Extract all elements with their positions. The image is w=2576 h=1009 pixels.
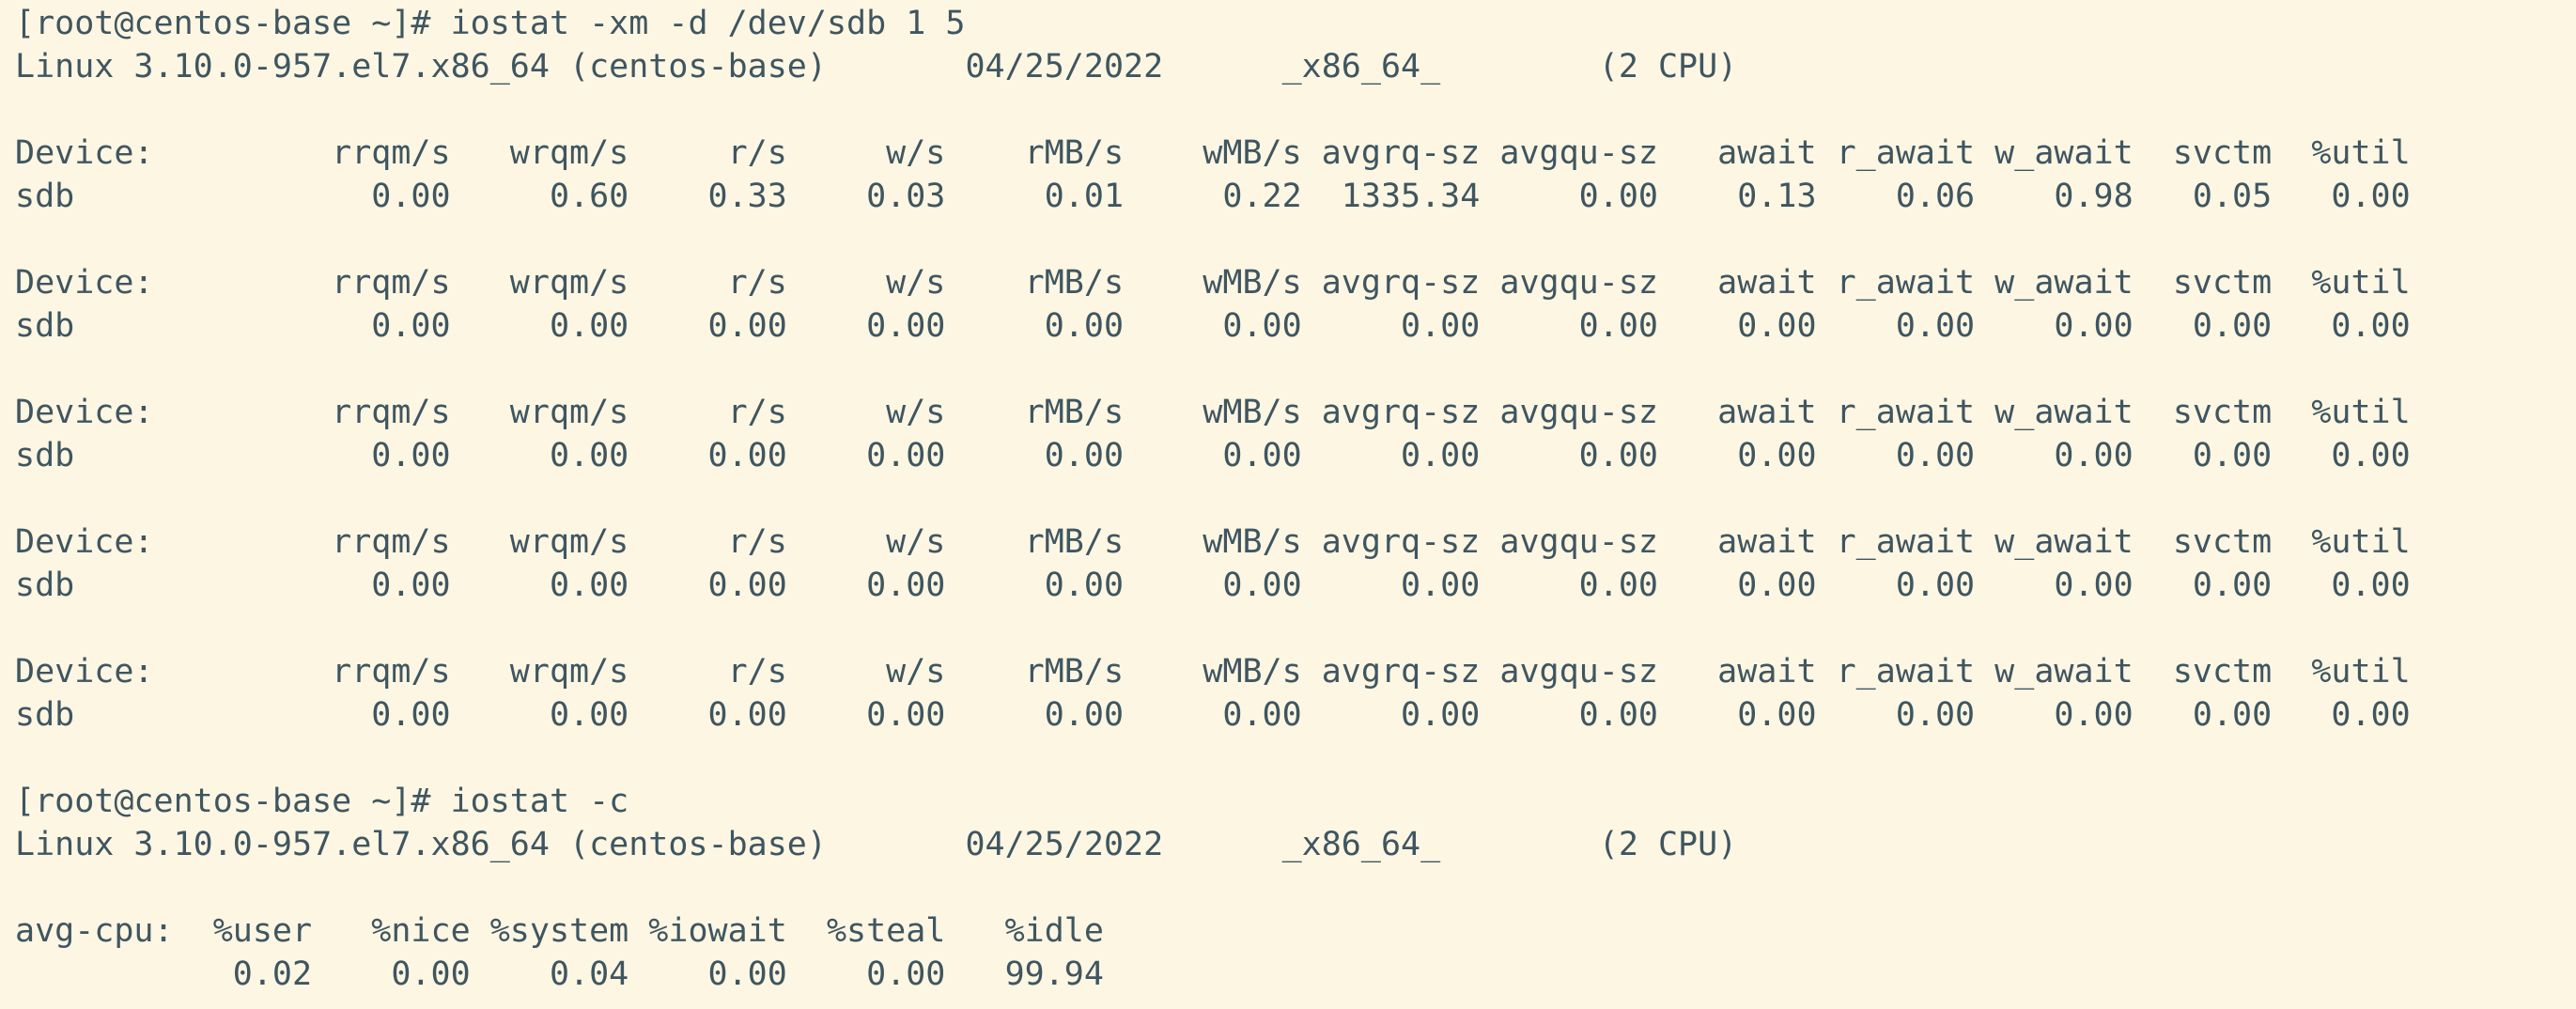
terminal-window[interactable]: [root@centos-base ~]# iostat -xm -d /dev… [0, 0, 2576, 1009]
device-header-line: Device: rrqm/s wrqm/s r/s w/s rMB/s wMB/… [15, 134, 2411, 172]
device-stats-line: sdb 0.00 0.00 0.00 0.00 0.00 0.00 0.00 0… [15, 696, 2411, 734]
device-header-line: Device: rrqm/s wrqm/s r/s w/s rMB/s wMB/… [15, 264, 2411, 302]
device-header-line: Device: rrqm/s wrqm/s r/s w/s rMB/s wMB/… [15, 523, 2411, 561]
prompt-line: [root@centos-base ~]# iostat -c [15, 783, 629, 820]
device-stats-line: sdb 0.00 0.00 0.00 0.00 0.00 0.00 0.00 0… [15, 437, 2411, 474]
device-stats-line: sdb 0.00 0.60 0.33 0.03 0.01 0.22 1335.3… [15, 178, 2411, 215]
system-info-line: Linux 3.10.0-957.el7.x86_64 (centos-base… [15, 826, 1738, 863]
device-header-line: Device: rrqm/s wrqm/s r/s w/s rMB/s wMB/… [15, 394, 2411, 431]
cpu-header-line: avg-cpu: %user %nice %system %iowait %st… [15, 912, 1104, 950]
device-stats-line: sdb 0.00 0.00 0.00 0.00 0.00 0.00 0.00 0… [15, 307, 2411, 345]
prompt-line: [root@centos-base ~]# iostat -xm -d /dev… [15, 5, 966, 42]
cpu-stats-line: 0.02 0.00 0.04 0.00 0.00 99.94 [15, 955, 1104, 993]
system-info-line: Linux 3.10.0-957.el7.x86_64 (centos-base… [15, 48, 1738, 85]
device-stats-line: sdb 0.00 0.00 0.00 0.00 0.00 0.00 0.00 0… [15, 567, 2411, 604]
device-header-line: Device: rrqm/s wrqm/s r/s w/s rMB/s wMB/… [15, 653, 2411, 691]
